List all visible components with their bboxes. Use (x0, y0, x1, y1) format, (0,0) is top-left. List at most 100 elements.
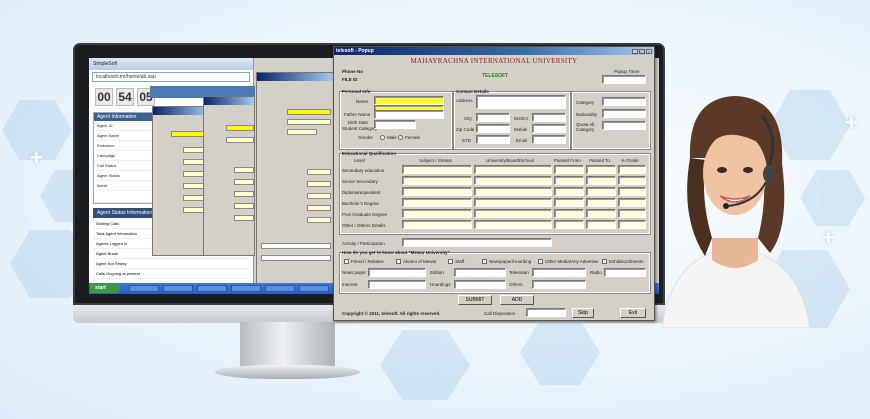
source-checkbox[interactable] (482, 259, 487, 264)
bg-field (234, 167, 254, 173)
popup-form-window: telesoft - Popup _ □ × MAHAYRACHNA INTER… (333, 46, 655, 321)
plus-icon: + (30, 145, 43, 170)
edu-to-input[interactable] (586, 165, 616, 174)
start-button[interactable]: start (90, 284, 120, 293)
edu-to-input[interactable] (586, 209, 616, 218)
clock-hours: 00 (95, 88, 113, 106)
edu-to-input[interactable] (586, 187, 616, 196)
nationality-input[interactable] (602, 109, 646, 118)
edu-university-input[interactable] (474, 165, 552, 174)
quota-input[interactable] (602, 121, 646, 130)
side-item[interactable]: Agent Not Ready (93, 259, 249, 269)
source-checkbox[interactable] (448, 259, 453, 264)
edu-subject-input[interactable] (402, 220, 472, 229)
male-radio[interactable] (380, 135, 385, 140)
taskbar-item[interactable] (265, 285, 295, 292)
radio-input[interactable] (604, 268, 646, 277)
call-disposition-select[interactable] (526, 308, 566, 317)
edu-university-input[interactable] (474, 220, 552, 229)
edu-from-input[interactable] (554, 176, 584, 185)
side-item[interactable]: Calls Ongoing at present (93, 269, 249, 279)
source-checkbox[interactable] (344, 259, 349, 264)
side-item-label: Agents Logged In (96, 241, 128, 246)
district-input[interactable] (532, 113, 566, 122)
father-name-input[interactable] (374, 110, 444, 119)
category-input[interactable] (602, 97, 646, 106)
source-checkbox[interactable] (538, 259, 543, 264)
name-input[interactable] (374, 96, 444, 105)
form-titlebar: telesoft - Popup _ □ × (334, 47, 654, 55)
edu-grade-input[interactable] (618, 165, 646, 174)
edu-subject-input[interactable] (402, 165, 472, 174)
edu-subject-input[interactable] (402, 198, 472, 207)
address-bar[interactable]: localhost/crm/home/ab.asp (92, 72, 250, 82)
internet-input[interactable] (368, 280, 426, 289)
bg-field (307, 193, 331, 199)
edu-grade-input[interactable] (618, 187, 646, 196)
edu-university-input[interactable] (474, 187, 552, 196)
edu-university-input[interactable] (474, 209, 552, 218)
skip-button[interactable]: Skip (572, 308, 594, 318)
edu-to-input[interactable] (586, 198, 616, 207)
edu-grade-input[interactable] (618, 209, 646, 218)
edu-to-input[interactable] (586, 176, 616, 185)
edu-from-input[interactable] (554, 220, 584, 229)
minimize-icon[interactable]: _ (632, 48, 638, 54)
edu-from-input[interactable] (554, 198, 584, 207)
newspaper-label: News paper (342, 270, 367, 275)
taskbar-item[interactable] (163, 285, 193, 292)
mobile-input[interactable] (532, 124, 566, 133)
maximize-icon[interactable]: □ (639, 48, 645, 54)
taskbar-item[interactable] (231, 285, 261, 292)
zip-input[interactable] (476, 124, 510, 133)
taskbar-item[interactable] (197, 285, 227, 292)
others-input[interactable] (532, 280, 586, 289)
edition-input[interactable] (454, 268, 506, 277)
email-input[interactable] (532, 135, 566, 144)
source-option-label: Friend / Relative (351, 259, 384, 264)
browser-tab[interactable]: SimpleSoft (89, 58, 253, 70)
window-titlebar (204, 97, 254, 105)
edu-level-label: Post Graduate Degree (342, 212, 388, 217)
female-radio[interactable] (398, 135, 403, 140)
add-button[interactable]: ADD (500, 295, 534, 305)
edu-to-input[interactable] (586, 220, 616, 229)
activity-input[interactable] (402, 238, 552, 247)
city-input[interactable] (476, 113, 510, 122)
edu-subject-input[interactable] (402, 187, 472, 196)
taskbar-item[interactable] (129, 285, 159, 292)
side-item-label: Agent Not Ready (96, 261, 127, 266)
monitor-stand-neck (240, 322, 335, 367)
agent-photo (661, 96, 811, 328)
hoardings-input[interactable] (454, 280, 506, 289)
television-label: Television (509, 270, 529, 275)
email-label: Email (516, 138, 528, 143)
submit-button[interactable]: SUBMIT (458, 295, 492, 305)
taskbar-item[interactable] (299, 285, 329, 292)
birth-date-input[interactable] (374, 120, 416, 129)
edu-subject-input[interactable] (402, 176, 472, 185)
edu-university-input[interactable] (474, 176, 552, 185)
exit-button[interactable]: Exit (620, 308, 646, 318)
source-checkbox[interactable] (602, 259, 607, 264)
source-checkbox[interactable] (396, 259, 401, 264)
bg-hexagon (520, 320, 600, 385)
edu-from-input[interactable] (554, 165, 584, 174)
std-input[interactable] (476, 135, 510, 144)
edu-from-input[interactable] (554, 209, 584, 218)
address-input[interactable] (476, 95, 566, 109)
edu-university-input[interactable] (474, 198, 552, 207)
bg-field (287, 109, 331, 115)
contact-details-title: Contact Details (456, 89, 489, 94)
edu-from-input[interactable] (554, 187, 584, 196)
bg-field (307, 217, 331, 223)
edu-grade-input[interactable] (618, 176, 646, 185)
edu-header-university: University/Board/School (486, 158, 535, 163)
edu-grade-input[interactable] (618, 198, 646, 207)
newspaper-input[interactable] (368, 268, 426, 277)
edu-subject-input[interactable] (402, 209, 472, 218)
edu-grade-input[interactable] (618, 220, 646, 229)
close-icon[interactable]: × (646, 48, 652, 54)
television-input[interactable] (532, 268, 586, 277)
popup-timer-label: Popup Timer (614, 69, 640, 74)
